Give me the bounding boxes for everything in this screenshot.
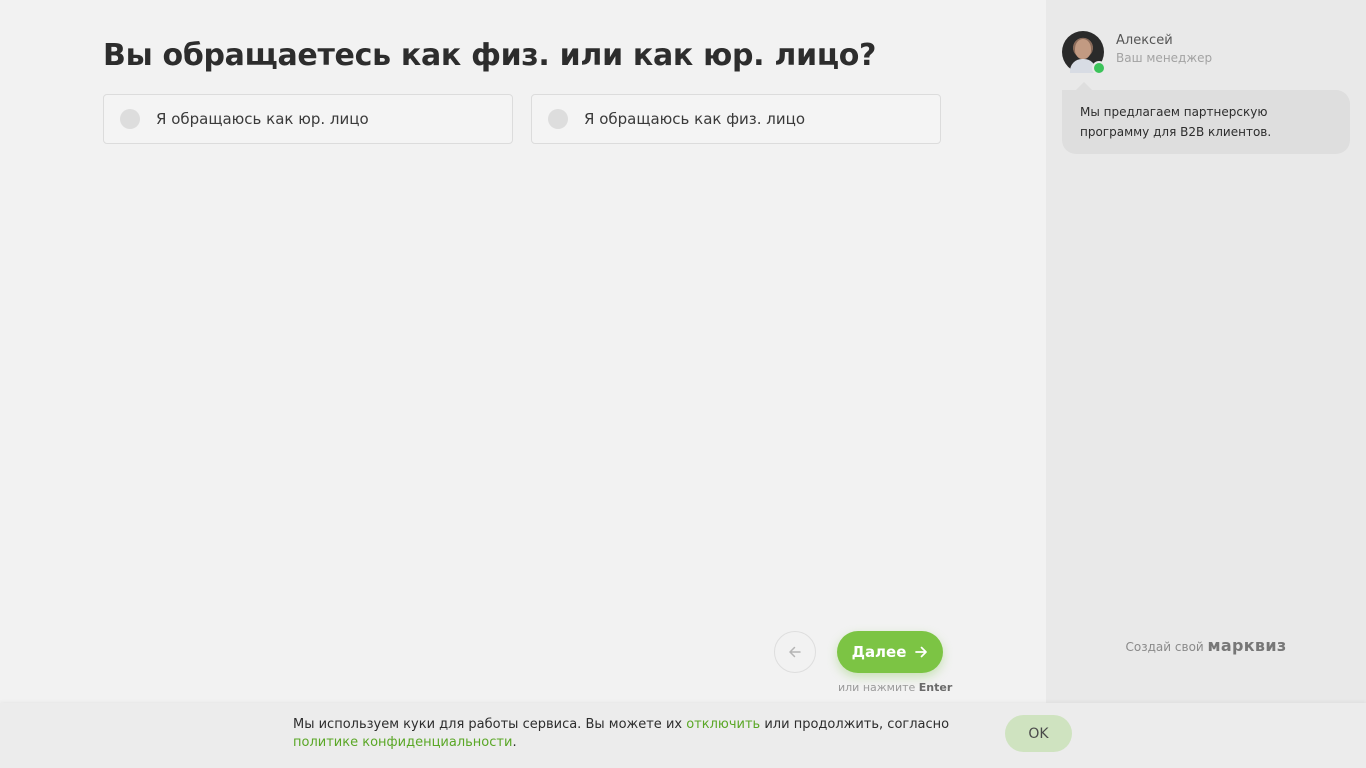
online-status-dot	[1092, 61, 1106, 75]
arrow-left-icon	[789, 646, 801, 658]
manager-message: Мы предлагаем партнерскую программу для …	[1062, 82, 1350, 154]
arrow-right-icon	[915, 646, 928, 658]
privacy-policy-link[interactable]: политике конфиденциальности	[293, 735, 512, 750]
avatar	[1062, 31, 1106, 75]
manager-sidebar: Алексей Ваш менеджер Мы предлагаем партн…	[1046, 0, 1366, 768]
create-own-prefix: Создай свой	[1125, 640, 1204, 654]
radio-button[interactable]	[120, 109, 140, 129]
enter-hint: или нажмите Enter	[838, 681, 952, 694]
enter-hint-key: Enter	[918, 681, 953, 694]
cookie-text-after: .	[512, 735, 517, 750]
radio-button[interactable]	[548, 109, 568, 129]
option-label: Я обращаюсь как юр. лицо	[156, 110, 369, 128]
cookie-text: Мы используем куки для работы сервиса. В…	[293, 716, 993, 752]
back-button[interactable]	[774, 631, 816, 673]
cookie-text-before: Мы используем куки для работы сервиса. В…	[293, 717, 687, 732]
manager-role: Ваш менеджер	[1116, 51, 1213, 65]
option-label: Я обращаюсь как физ. лицо	[584, 110, 806, 128]
avatar-face	[1075, 39, 1091, 59]
next-button[interactable]: Далее	[837, 631, 943, 673]
option-individual[interactable]: Я обращаюсь как физ. лицо	[531, 94, 941, 144]
next-button-label: Далее	[851, 643, 907, 661]
cookie-banner: Мы используем куки для работы сервиса. В…	[0, 703, 1366, 768]
manager-name: Алексей	[1116, 33, 1173, 48]
brand-logo: марквиз	[1207, 636, 1287, 655]
option-legal-entity[interactable]: Я обращаюсь как юр. лицо	[103, 94, 513, 144]
create-own-link[interactable]: Создай свой марквиз	[1046, 636, 1366, 655]
cookie-ok-button[interactable]: OK	[1005, 715, 1072, 752]
quiz-main-area: Вы обращаетесь как физ. или как юр. лицо…	[0, 0, 1046, 768]
cookie-text-middle: или продолжить, согласно	[760, 717, 950, 732]
enter-hint-prefix: или нажмите	[838, 681, 916, 694]
disable-cookies-link[interactable]: отключить	[686, 717, 760, 732]
question-title: Вы обращаетесь как физ. или как юр. лицо…	[103, 38, 877, 73]
